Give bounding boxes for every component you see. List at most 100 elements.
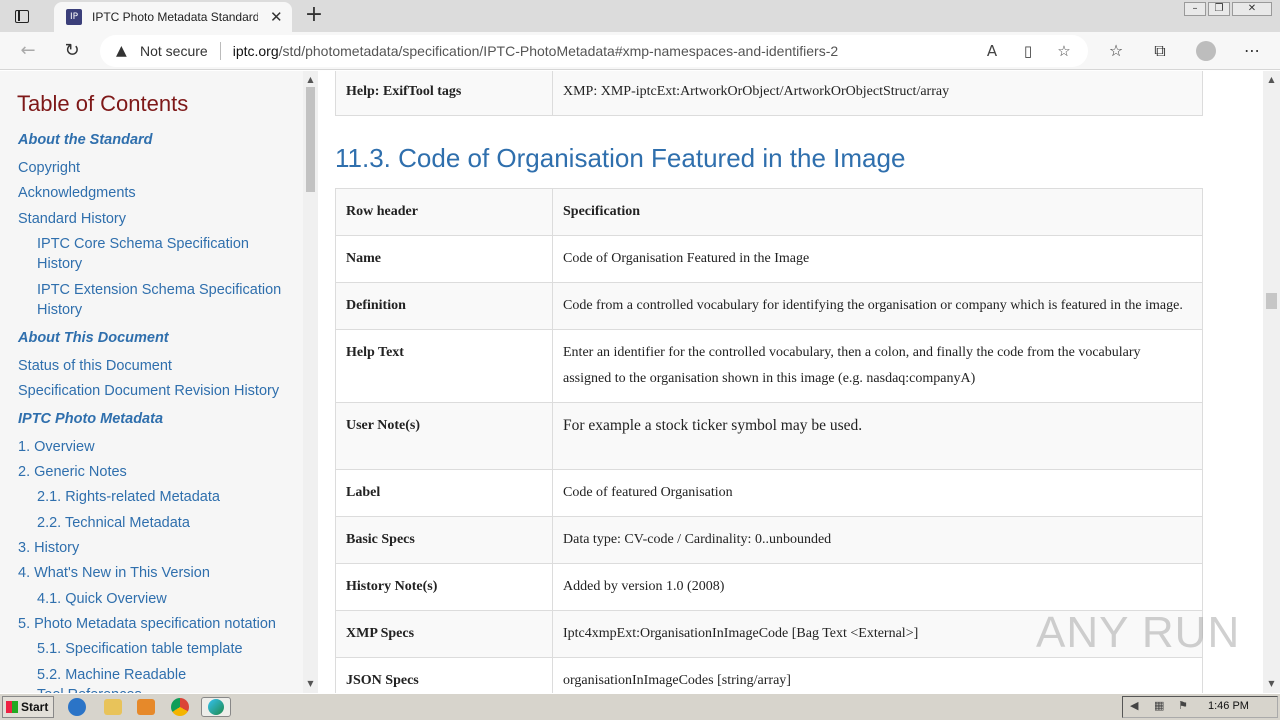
toc-link[interactable]: 4.1. Quick Overview (37, 589, 167, 609)
toc-link[interactable]: Status of this Document (18, 356, 172, 376)
address-divider (219, 42, 221, 60)
toc-link[interactable]: 2. Generic Notes (18, 462, 127, 482)
row-value: Code from a controlled vocabulary for id… (552, 282, 1203, 330)
action-center-flag-icon[interactable]: ⚑ (1178, 700, 1192, 712)
scroll-up-icon[interactable]: ▲ (1263, 73, 1280, 87)
back-arrow-icon[interactable]: ← (16, 40, 40, 62)
profile-avatar[interactable] (1196, 41, 1216, 61)
watermark-logo: ANY RUN (1036, 608, 1241, 657)
table-row: JSON Specs organisationInImageCodes [str… (335, 657, 1203, 693)
toc-scroll-thumb[interactable] (306, 87, 315, 192)
refresh-icon[interactable]: ↻ (60, 40, 84, 62)
row-value: XMP: XMP-iptcExt:ArtworkOrObject/Artwork… (552, 71, 1203, 116)
toc-link[interactable]: Copyright (18, 158, 80, 178)
row-value: Added by version 1.0 (2008) (552, 563, 1203, 611)
toc-link[interactable]: 5.1. Specification table template (37, 639, 243, 659)
page-scrollbar[interactable]: ▲ ▼ (1263, 71, 1280, 693)
add-favorite-icon[interactable]: ☆ (1054, 41, 1074, 61)
browser-tab-bar: IP IPTC Photo Metadata Standard ✕ + – ❐ … (0, 0, 1280, 32)
tab-actions-icon[interactable] (10, 6, 34, 26)
toc-link[interactable]: 4. What's New in This Version (18, 563, 210, 583)
scroll-up-icon[interactable]: ▲ (303, 73, 318, 87)
scroll-down-icon[interactable]: ▼ (303, 677, 318, 691)
restore-button[interactable]: ❐ (1208, 2, 1230, 16)
edge-taskbar-button[interactable] (201, 697, 231, 717)
toc-link[interactable]: 2.2. Technical Metadata (37, 513, 190, 533)
row-key: User Note(s) (335, 402, 553, 470)
table-row: Basic Specs Data type: CV-code / Cardina… (335, 516, 1203, 564)
collections-icon[interactable]: ⧉ (1148, 40, 1172, 62)
security-label[interactable]: Not secure (140, 43, 208, 59)
url-text[interactable]: iptc.org/std/photometadata/specification… (233, 43, 838, 59)
table-row: User Note(s) For example a stock ticker … (335, 402, 1203, 470)
url-host: iptc.org (232, 43, 279, 59)
section-title: 11.3. Code of Organisation Featured in t… (335, 143, 906, 173)
address-bar[interactable]: ▲ Not secure iptc.org/std/photometadata/… (100, 35, 1088, 67)
table-row: Label Code of featured Organisation (335, 469, 1203, 517)
windows-logo-icon (6, 701, 18, 713)
browser-tab[interactable]: IP IPTC Photo Metadata Standard ✕ (54, 2, 292, 32)
toc-link[interactable]: 3. History (18, 538, 79, 558)
read-aloud-icon[interactable]: A (982, 41, 1002, 61)
favorites-icon[interactable]: ☆ (1104, 40, 1128, 62)
toc-link[interactable]: IPTC Extension Schema Specification (37, 280, 281, 300)
toc-link[interactable]: 5.2. Machine Readable (37, 665, 186, 685)
toc-link[interactable]: 5. Photo Metadata specification notation (18, 614, 276, 634)
toc-link[interactable]: About This Document (18, 328, 169, 348)
chrome-icon[interactable] (171, 698, 189, 716)
system-tray (1122, 696, 1278, 718)
close-window-button[interactable]: ✕ (1232, 2, 1272, 16)
previous-spec-table: Help: ExifTool tags XMP: XMP-iptcExt:Art… (335, 71, 1203, 116)
internet-explorer-icon[interactable] (68, 698, 86, 716)
row-value: Data type: CV-code / Cardinality: 0..unb… (552, 516, 1203, 564)
settings-menu-icon[interactable]: ⋯ (1240, 40, 1264, 62)
row-key: Definition (335, 282, 553, 330)
table-row: Row header Specification (335, 188, 1203, 236)
media-player-icon[interactable] (137, 699, 155, 715)
row-key: Label (335, 469, 553, 517)
toc-scrollbar[interactable]: ▲ ▼ (303, 71, 318, 693)
file-explorer-icon[interactable] (104, 699, 122, 715)
toc-link[interactable]: 1. Overview (18, 437, 95, 457)
row-key: Basic Specs (335, 516, 553, 564)
clock[interactable]: 1:46 PM (1208, 700, 1249, 712)
row-key: XMP Specs (335, 610, 553, 658)
toc-link[interactable]: History (37, 254, 82, 274)
immersive-reader-icon[interactable]: ▯ (1018, 41, 1038, 61)
start-button[interactable]: Start (2, 696, 54, 718)
row-value: Enter an identifier for the controlled v… (552, 329, 1203, 403)
row-value: Specification (552, 188, 1203, 236)
table-row: Help Text Enter an identifier for the co… (335, 329, 1203, 403)
toc-link[interactable]: Acknowledgments (18, 183, 136, 203)
toc-link[interactable]: IPTC Core Schema Specification (37, 234, 249, 254)
toc-link[interactable]: IPTC Photo Metadata (18, 409, 163, 429)
table-row: Help: ExifTool tags XMP: XMP-iptcExt:Art… (335, 71, 1203, 116)
toc-link[interactable]: About the Standard (18, 130, 153, 150)
row-key: Help: ExifTool tags (335, 71, 553, 116)
table-row: Name Code of Organisation Featured in th… (335, 235, 1203, 283)
url-path: /std/photometadata/specification/IPTC-Ph… (278, 43, 839, 59)
toc-link[interactable]: History (37, 300, 82, 320)
row-value: For example a stock ticker symbol may be… (552, 402, 1203, 470)
toc-link[interactable]: Specification Document Revision History (18, 381, 279, 401)
table-of-contents: Table of Contents About the Standard Cop… (0, 71, 303, 693)
scroll-down-icon[interactable]: ▼ (1263, 677, 1280, 691)
taskbar: Start ◀ ▦ ⚑ 1:46 PM (0, 693, 1280, 720)
toc-link[interactable]: Standard History (18, 209, 126, 229)
start-label: Start (21, 700, 49, 714)
network-icon[interactable]: ▦ (1154, 700, 1168, 712)
browser-toolbar: ← ↻ ▲ Not secure iptc.org/std/photometad… (0, 32, 1280, 70)
toc-link[interactable]: 2.1. Rights-related Metadata (37, 487, 220, 507)
toc-link[interactable]: Tool References (37, 685, 142, 693)
tab-close-icon[interactable]: ✕ (270, 8, 283, 26)
toc-heading: Table of Contents (17, 91, 189, 116)
page-scroll-thumb[interactable] (1266, 293, 1277, 309)
row-key: Name (335, 235, 553, 283)
new-tab-button[interactable]: + (302, 4, 326, 28)
warning-icon[interactable]: ▲ (116, 43, 132, 59)
row-value: organisationInImageCodes [string/array] (552, 657, 1203, 693)
volume-icon[interactable]: ◀ (1130, 700, 1144, 712)
minimize-button[interactable]: – (1184, 2, 1206, 16)
row-key: History Note(s) (335, 563, 553, 611)
table-row: Definition Code from a controlled vocabu… (335, 282, 1203, 330)
